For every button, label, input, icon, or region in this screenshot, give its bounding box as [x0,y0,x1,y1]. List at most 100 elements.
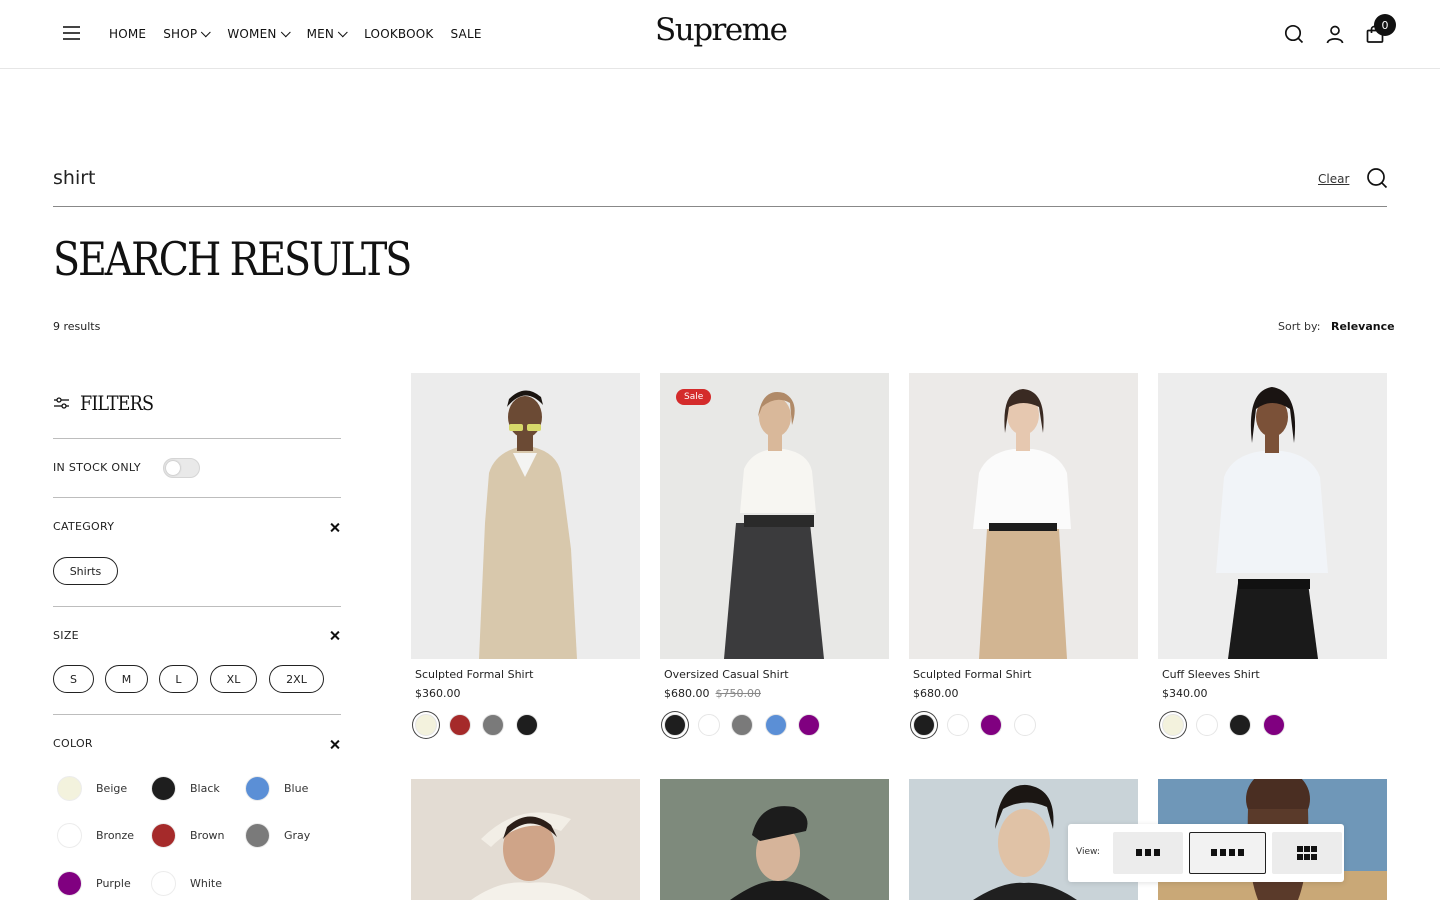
product-swatches [664,714,832,736]
swatch-gray[interactable] [731,714,753,736]
sale-badge: Sale [676,389,712,405]
swatch-black[interactable] [913,714,935,736]
color-option-blue[interactable]: Blue [245,776,308,801]
category-collapse-icon[interactable] [330,522,341,533]
swatch-purple[interactable] [798,714,820,736]
color-option-black[interactable]: Black [151,776,220,801]
size-option-s[interactable]: S [53,665,94,693]
search-input[interactable]: shirt [53,167,95,189]
product-name[interactable]: Cuff Sleeves Shirt [1162,668,1260,681]
color-option-beige[interactable]: Beige [57,776,127,801]
color-dot [151,871,176,896]
product-image[interactable] [1158,373,1387,659]
size-option-xl[interactable]: XL [210,665,257,693]
product-swatches [415,714,549,736]
cart-count-badge: 0 [1374,14,1396,36]
color-dot [151,776,176,801]
nav-men-label: MEN [306,27,335,41]
site-header: HOME SHOP WOMEN MEN LOOKBOOK SALE Suprem… [0,0,1440,69]
results-count: 9 results [53,320,101,333]
view-grid-button[interactable] [1272,832,1342,874]
swatch-purple[interactable] [1262,714,1285,736]
search-icon[interactable] [1284,24,1304,44]
color-name: Black [190,782,220,795]
product-image[interactable]: Sale [660,373,889,659]
product-price: $680.00 $750.00 [664,687,761,700]
swatch-beige[interactable] [415,714,437,736]
swatch-white[interactable] [697,714,720,736]
swatch-black[interactable] [515,714,538,736]
in-stock-toggle[interactable] [163,458,200,478]
product-image[interactable] [411,373,640,659]
nav-men[interactable]: MEN [307,26,348,42]
account-icon[interactable] [1325,24,1345,44]
color-option-gray[interactable]: Gray [245,823,310,848]
price-current: $680.00 [664,687,710,700]
color-option-bronze[interactable]: Bronze [57,823,134,848]
swatch-blue[interactable] [764,714,787,736]
view-4-columns-button[interactable] [1189,832,1266,874]
nav-lookbook-label: LOOKBOOK [364,27,434,41]
color-option-purple[interactable]: Purple [57,871,131,896]
size-filter-label: SIZE [53,629,79,642]
swatch-beige[interactable] [1162,714,1184,736]
filter-divider [53,497,341,498]
color-name: Purple [96,877,131,890]
sort-dropdown[interactable]: Relevance [1331,320,1395,333]
product-image[interactable] [909,373,1138,659]
site-logo[interactable]: Supreme [655,12,788,48]
color-name: Beige [96,782,128,795]
price-current: $680.00 [913,687,959,700]
product-price: $680.00 [913,687,959,700]
color-option-brown[interactable]: Brown [151,823,225,848]
grid-4-icon [1211,849,1244,856]
swatch-white[interactable] [1013,714,1036,736]
color-name: Gray [284,829,311,842]
menu-icon[interactable] [63,26,80,41]
nav-women[interactable]: WOMEN [227,26,291,42]
product-name[interactable]: Sculpted Formal Shirt [415,668,533,681]
product-image[interactable] [411,779,640,900]
view-3-columns-button[interactable] [1113,832,1183,874]
color-name: Bronze [96,829,135,842]
price-current: $340.00 [1162,687,1208,700]
category-option-shirts[interactable]: Shirts [53,557,118,585]
product-price: $360.00 [415,687,461,700]
size-option-l[interactable]: L [159,665,198,693]
product-name[interactable]: Sculpted Formal Shirt [913,668,1031,681]
swatch-purple[interactable] [980,714,1002,736]
size-option-m[interactable]: M [105,665,148,693]
size-collapse-icon[interactable] [330,630,341,641]
main-nav: HOME SHOP WOMEN MEN LOOKBOOK SALE [109,26,499,42]
chevron-down-icon [201,26,212,37]
swatch-white[interactable] [1195,714,1218,736]
nav-women-label: WOMEN [227,27,277,41]
grid-icon [1297,846,1317,860]
swatch-gray[interactable] [482,714,504,736]
nav-shop-label: SHOP [163,27,198,41]
color-name: Blue [284,782,309,795]
swatch-white[interactable] [946,714,969,736]
nav-home-label: HOME [109,27,147,41]
color-option-white[interactable]: White [151,871,222,896]
product-price: $340.00 [1162,687,1208,700]
swatch-brown[interactable] [448,714,471,736]
nav-sale[interactable]: SALE [451,26,482,42]
clear-search-link[interactable]: Clear [1318,172,1349,186]
color-dot [57,871,82,896]
color-collapse-icon[interactable] [330,739,341,750]
product-name[interactable]: Oversized Casual Shirt [664,668,789,681]
color-dot [245,776,270,801]
filter-divider [53,606,341,607]
swatch-black[interactable] [664,714,686,736]
product-swatches [913,714,1047,736]
search-submit-icon[interactable] [1366,167,1388,189]
product-image[interactable] [660,779,889,900]
color-filter-label: COLOR [53,737,93,750]
nav-home[interactable]: HOME [109,26,146,42]
nav-shop[interactable]: SHOP [163,26,212,42]
size-option-2xl[interactable]: 2XL [269,665,324,693]
filter-divider [53,714,341,715]
nav-lookbook[interactable]: LOOKBOOK [364,26,433,42]
swatch-black[interactable] [1229,714,1251,736]
